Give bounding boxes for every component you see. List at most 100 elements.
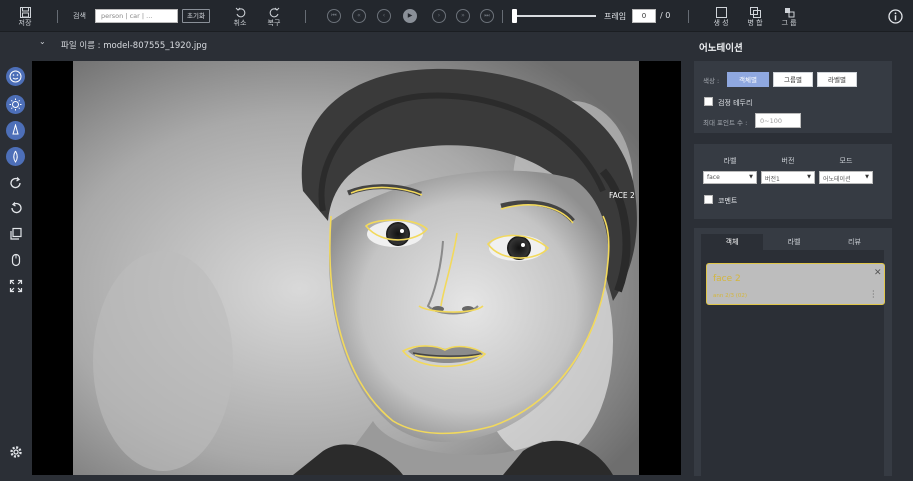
saturation-icon [13,150,18,163]
max-points-input[interactable]: 0~100 [755,113,801,128]
settings-button[interactable] [6,442,25,461]
last-frame-button[interactable]: ⏭ [480,9,494,23]
collapse-icon[interactable]: ⌄ [39,37,46,46]
tab-labels[interactable]: 라벨 [763,234,825,250]
redo-label: 복구 [267,18,281,27]
filename-text: 파일 이름 : model-807555_1920.jpg [61,41,207,51]
redo-icon [269,7,279,17]
expand-icon [9,279,22,292]
merge-label: 병 합 [747,18,763,27]
object-card[interactable]: face 2 ann 2/3 (02) ✕ · · · [706,263,885,305]
tool-sidebar [0,33,30,481]
mode-select-value: 어노테이션 [823,176,851,183]
version-select-value: 버전1 [765,176,780,183]
search-label: 검색 [73,12,86,20]
prev-frame-button[interactable]: ‹ [377,9,391,23]
mode-column-head: 모드 [839,157,853,165]
contrast-tool[interactable] [6,121,25,140]
object-tabs: 객체 라벨 리뷰 [701,234,884,250]
brightness-tool[interactable] [6,95,25,114]
annotation-panel-title: 어노테이션 [699,43,743,54]
photo: FACE 2 [73,61,639,475]
rewind-icon: « [357,12,361,19]
frame-input[interactable]: 0 [632,9,656,23]
image-canvas[interactable]: FACE 2 [32,61,681,475]
rotate-ccw-tool[interactable] [6,198,25,217]
code-label: 코멘트 [718,197,738,205]
fit-screen-tool[interactable] [6,276,25,295]
redo-button[interactable]: 복구 [264,5,284,29]
info-button[interactable] [886,7,904,25]
chevron-down-icon: ▼ [807,174,811,180]
undo-button[interactable]: 취소 [230,5,250,29]
prev-10-button[interactable]: « [352,9,366,23]
contrast-icon [12,124,19,135]
merge-button[interactable]: 병 합 [744,5,766,29]
version-select[interactable]: 버전1 ▼ [761,171,815,184]
face-label-text: FACE 2 [609,191,635,200]
object-card-subtitle: ann 2/3 (02) [713,293,747,299]
mouse-icon [11,253,20,266]
black-border-label: 검정 테두리 [718,99,753,107]
chevron-down-icon: ▼ [749,174,753,180]
play-button[interactable]: ▶ [403,9,417,23]
create-icon [715,6,727,18]
search-input[interactable]: person | car | ... [95,9,178,23]
brightness-icon [9,98,22,111]
frame-slider-handle[interactable] [512,9,517,23]
undo-icon [235,7,245,17]
code-checkbox[interactable] [704,195,713,204]
undo-label: 취소 [233,18,247,27]
create-button[interactable]: 생 성 [710,5,732,29]
color-by-label-button[interactable]: 라벨별 [817,72,857,87]
label-select[interactable]: face ▼ [703,171,757,184]
copy-icon [9,227,22,240]
group-label: 그 룹 [781,18,797,27]
save-button[interactable]: 저장 [14,5,36,29]
saturation-tool[interactable] [6,147,25,166]
copy-tool[interactable] [6,224,25,243]
reset-button[interactable]: 초기화 [182,9,210,23]
chevron-down-icon: ▼ [865,174,869,180]
divider [305,10,306,23]
create-label: 생 성 [713,18,729,27]
max-points-label: 최대 포인트 수 : [703,119,748,127]
tab-objects[interactable]: 객체 [701,234,763,250]
label-column-head: 라벨 [723,157,737,165]
rotate-cw-icon [9,176,21,188]
rotate-cw-tool[interactable] [6,173,25,192]
version-column-head: 버전 [781,157,795,165]
group-button[interactable]: 그 룹 [778,5,800,29]
divider [688,10,689,23]
play-icon: ▶ [407,12,413,19]
smile-icon [9,70,22,83]
close-icon[interactable]: ✕ [874,268,882,278]
color-by-object-button[interactable]: 객체별 [727,72,769,87]
rotate-ccw-icon [10,201,22,213]
black-border-checkbox[interactable] [704,97,713,106]
next-frame-button[interactable]: › [432,9,446,23]
divider [57,10,58,23]
group-icon [784,7,794,17]
next-10-button[interactable]: » [456,9,470,23]
color-by-group-button[interactable]: 그룹별 [773,72,813,87]
last-icon: ⏭ [484,12,490,19]
toolbar: 저장 검색 person | car | ... 초기화 취소 복구 ⏮ « ‹… [0,0,913,32]
first-frame-button[interactable]: ⏮ [327,9,341,23]
face-tool[interactable] [6,67,25,86]
frame-slider-track[interactable] [514,15,596,17]
mode-select[interactable]: 어노테이션 ▼ [819,171,873,184]
fast-forward-icon: » [461,12,465,19]
frame-label: 프레임 [604,12,627,21]
chevron-left-icon: ‹ [382,12,386,19]
frame-total: / 0 [660,11,671,20]
more-vertical-icon[interactable]: · · · [872,288,875,302]
label-select-value: face [707,174,720,181]
save-icon [19,6,31,18]
mouse-tool[interactable] [6,250,25,269]
info-icon [887,8,903,24]
chevron-right-icon: › [437,12,441,19]
gear-icon [9,445,22,458]
object-card-title: face 2 [713,274,741,284]
tab-review[interactable]: 리뷰 [825,234,884,250]
